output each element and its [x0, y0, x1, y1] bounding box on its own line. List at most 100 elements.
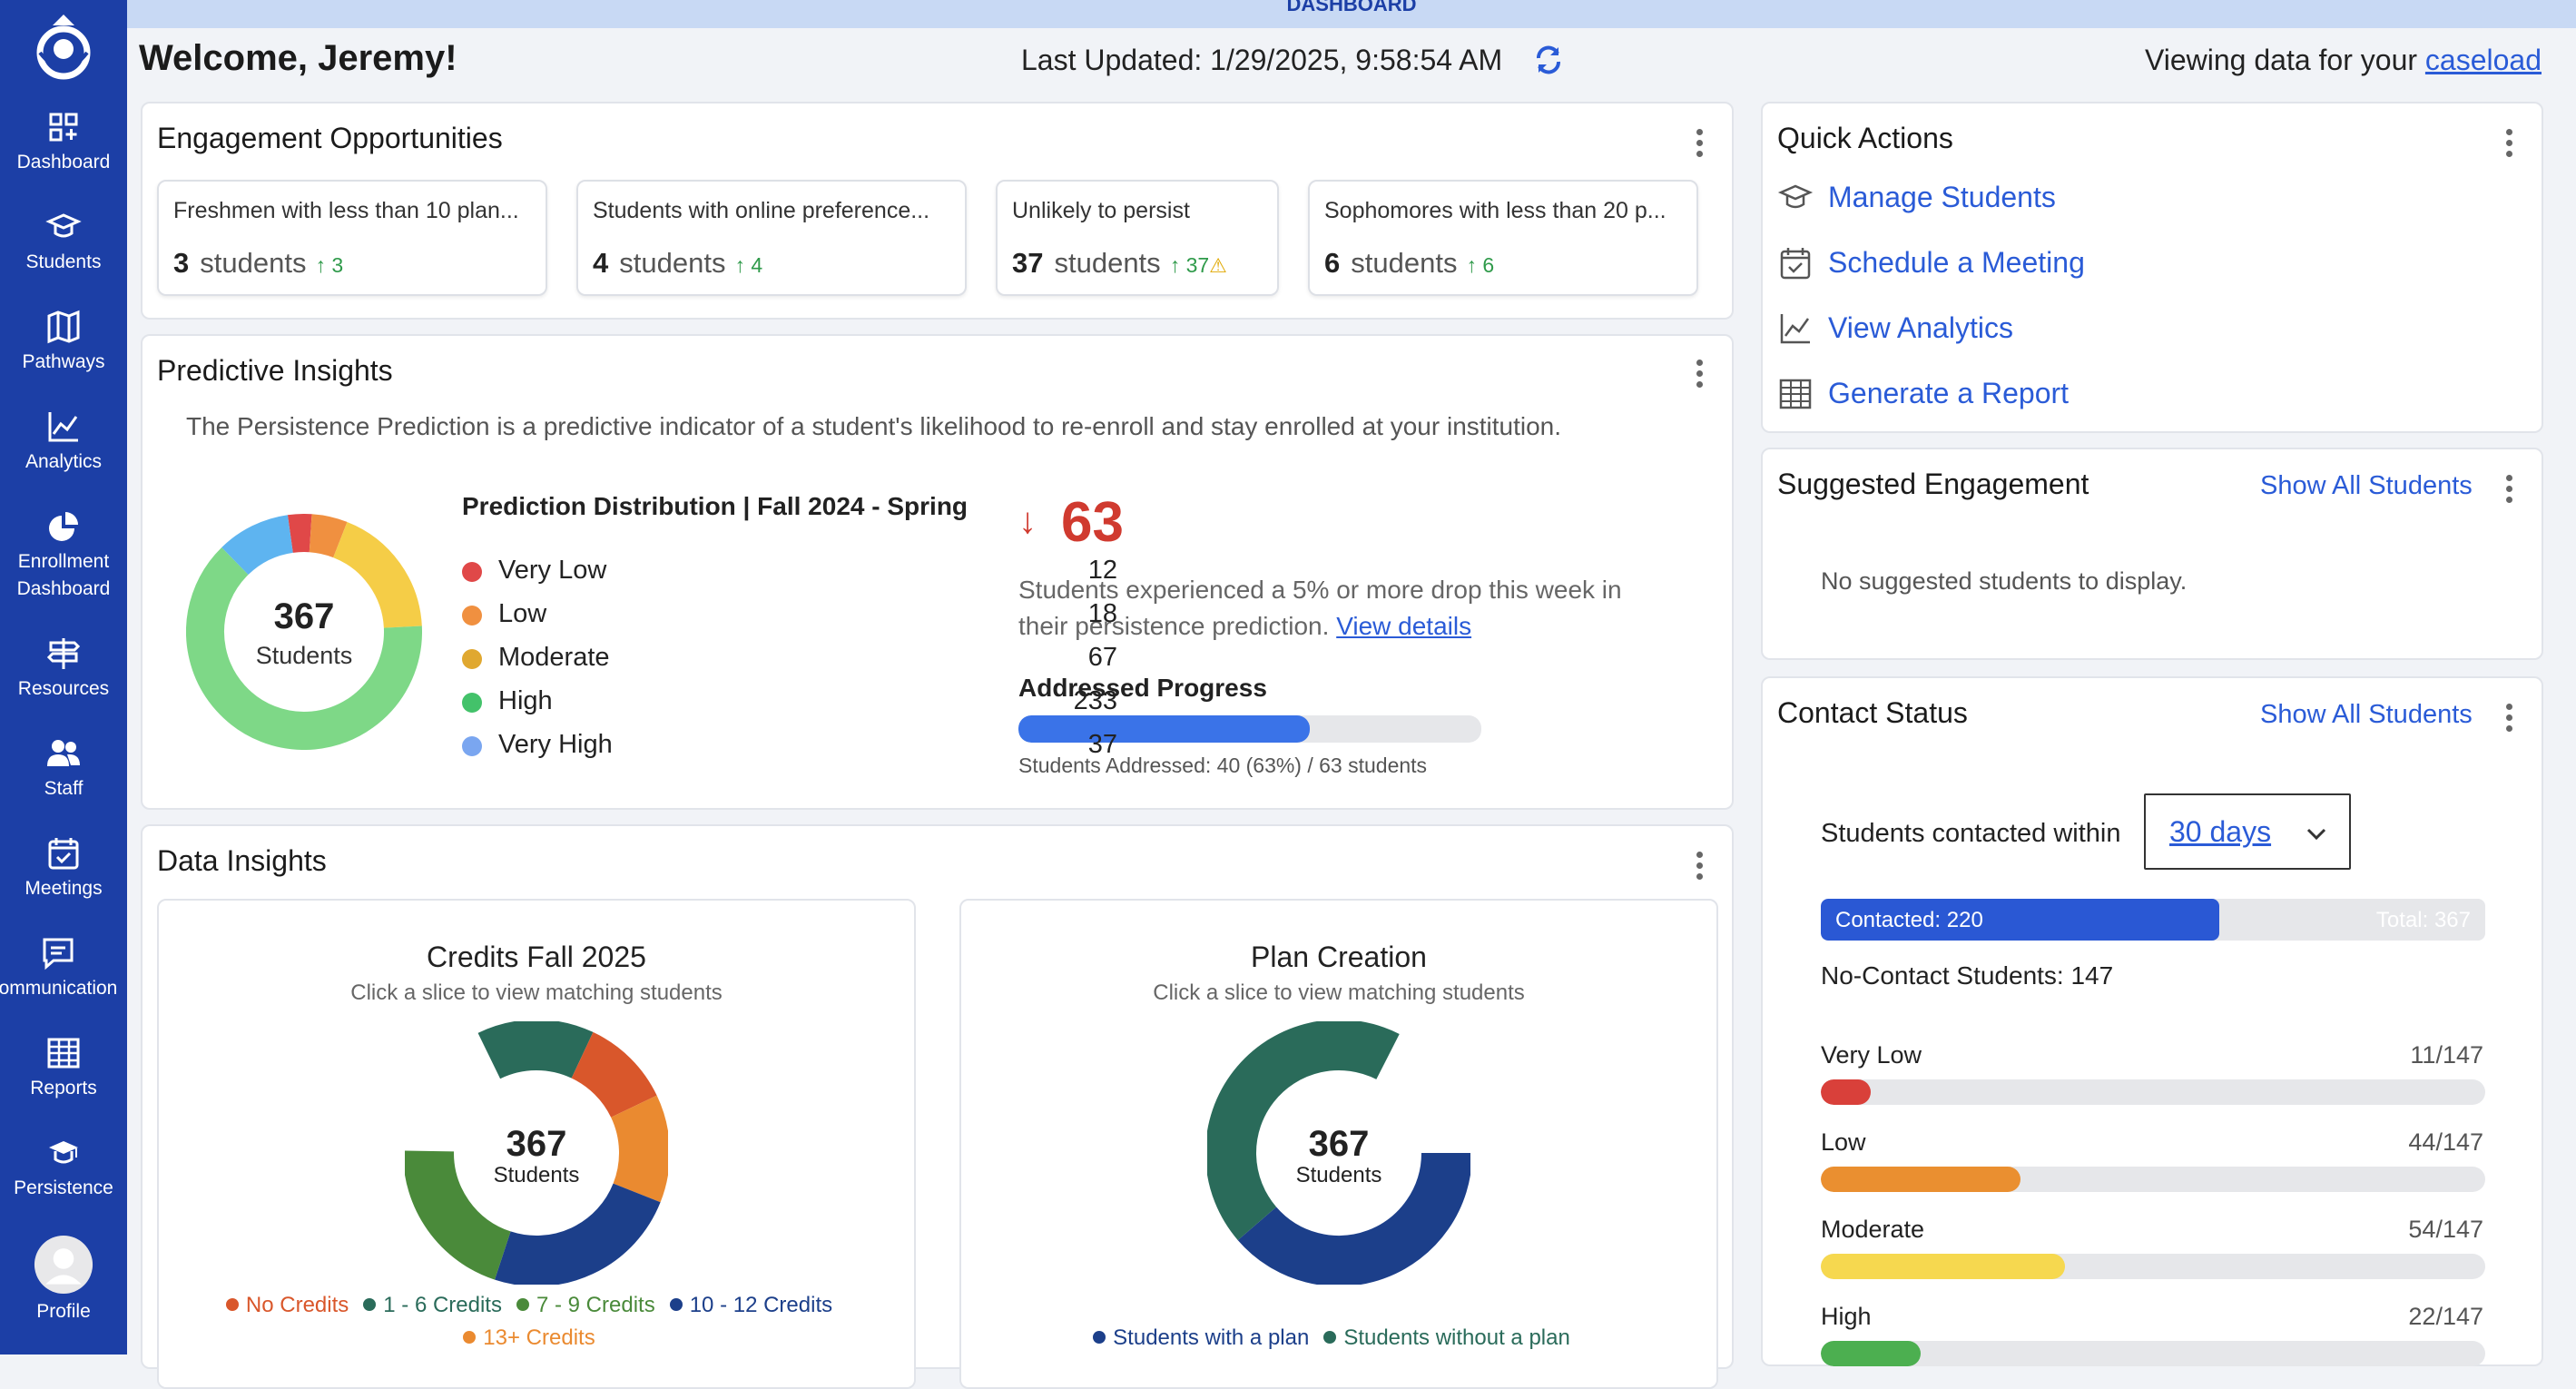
sidebar-item-enrollment-dashboard[interactable]: Enrollment Dashboard	[0, 508, 127, 603]
sidebar-item-dashboard[interactable]: Dashboard	[0, 109, 127, 176]
distribution-title: Prediction Distribution | Fall 2024 - Sp…	[462, 492, 968, 520]
legend-dot	[462, 606, 482, 626]
sidebar-item-label: Resources	[17, 678, 110, 699]
donut-total: 367	[274, 596, 335, 636]
credits-donut-chart[interactable]: 367 Students	[405, 1021, 668, 1285]
donut-slice[interactable]	[477, 1021, 594, 1079]
sidebar-item-label: Pathways	[22, 351, 105, 372]
plan-donut-chart[interactable]: 367 Students	[1207, 1021, 1470, 1285]
sidebar-item-students[interactable]: Students	[0, 209, 127, 276]
donut-slice[interactable]	[610, 1095, 668, 1203]
more-options-icon[interactable]	[2506, 704, 2515, 734]
more-options-icon[interactable]	[2506, 475, 2515, 506]
legend-dot	[462, 736, 482, 756]
chart-legend: 13+ Credits	[159, 1325, 914, 1351]
more-options-icon[interactable]	[1696, 852, 1706, 882]
table-icon	[1779, 379, 1812, 409]
suggested-engagement-card: Suggested Engagement Show All Students N…	[1761, 448, 2543, 660]
engagement-opportunities-card: Engagement Opportunities Freshmen with l…	[141, 102, 1734, 320]
contacted-count-label: Contacted: 220	[1835, 908, 1983, 932]
legend-item[interactable]: 13+ Credits	[463, 1325, 595, 1350]
calendar-check-icon	[48, 838, 79, 870]
engagement-box-count: 37 students ↑ 37⚠	[1012, 247, 1227, 280]
legend-label: 13+ Credits	[483, 1325, 595, 1350]
engagement-box-title: Freshmen with less than 10 plan...	[173, 198, 519, 223]
sidebar-item-label: Meetings	[25, 878, 103, 899]
sidebar-item-analytics[interactable]: Analytics	[0, 409, 127, 476]
caseload-link[interactable]: caseload	[2425, 44, 2542, 76]
engagement-box[interactable]: Unlikely to persist 37 students ↑ 37⚠	[996, 180, 1279, 296]
count-unit: students	[1054, 247, 1161, 279]
risk-level-bar	[1821, 1341, 2485, 1366]
sidebar-item-label: Dashboard	[16, 152, 111, 172]
sidebar-item-communication[interactable]: ommunication	[0, 935, 122, 1002]
risk-level-bar-fill	[1821, 1167, 2020, 1192]
donut-total: 367	[1309, 1124, 1370, 1164]
donut-slice[interactable]	[495, 1182, 661, 1285]
risk-level-count: 22/147	[2408, 1303, 2483, 1330]
dashboard-icon	[49, 113, 78, 142]
sidebar-item-reports[interactable]: Reports	[0, 1035, 127, 1102]
legend-item[interactable]: 7 - 9 Credits	[516, 1293, 655, 1317]
page-title: Welcome, Jeremy!	[139, 38, 457, 78]
donut-slice[interactable]	[221, 515, 294, 576]
chevron-down-icon	[2306, 828, 2326, 841]
view-details-link[interactable]: View details	[1336, 612, 1471, 640]
delta-badge: ↑ 37	[1169, 253, 1210, 277]
sidebar-item-meetings[interactable]: Meetings	[0, 835, 127, 902]
legend-item[interactable]: 10 - 12 Credits	[669, 1293, 832, 1317]
credits-chart-card: Credits Fall 2025 Click a slice to view …	[157, 899, 916, 1389]
line-chart-icon	[1780, 314, 1810, 344]
sidebar-item-profile[interactable]: Profile	[0, 1235, 127, 1325]
more-options-icon[interactable]	[1696, 129, 1706, 160]
risk-level-count: 44/147	[2408, 1128, 2483, 1156]
legend-label: Very Low	[498, 556, 607, 585]
donut-slice[interactable]	[405, 1150, 512, 1280]
viewing-data-text: Viewing data for your caseload	[2145, 44, 2542, 77]
sidebar-item-label: ommunication	[0, 978, 118, 999]
refresh-icon[interactable]	[1532, 44, 1565, 76]
empty-state-text: No suggested students to display.	[1821, 567, 2188, 595]
legend-row: Moderate 67	[462, 641, 1117, 677]
legend-item[interactable]: 1 - 6 Credits	[363, 1293, 502, 1317]
legend-label: Very High	[498, 730, 613, 759]
predictive-description: The Persistence Prediction is a predicti…	[186, 412, 1562, 440]
drop-arrow-icon: ↓	[1018, 501, 1037, 541]
legend-item[interactable]: Students without a plan	[1323, 1325, 1570, 1350]
contacted-within-label: Students contacted within	[1821, 819, 2121, 848]
legend-label: 1 - 6 Credits	[383, 1293, 502, 1317]
sidebar-item-pathways[interactable]: Pathways	[0, 309, 127, 376]
risk-level-label: Low	[1821, 1128, 1866, 1156]
legend-label: High	[498, 686, 553, 715]
show-all-students-link[interactable]: Show All Students	[2260, 700, 2473, 730]
legend-label: Students with a plan	[1113, 1325, 1310, 1350]
contact-period-select[interactable]: 30 days	[2144, 793, 2351, 870]
donut-slice[interactable]	[570, 1031, 657, 1118]
legend-dot	[463, 1331, 477, 1344]
persistence-donut-chart[interactable]: 367 Students	[186, 514, 422, 750]
sidebar-item-staff[interactable]: Staff	[0, 735, 127, 803]
donut-slice[interactable]	[332, 521, 422, 629]
donut-slice[interactable]	[287, 514, 312, 553]
app-logo-icon[interactable]	[18, 11, 109, 84]
engagement-box[interactable]: Students with online preference... 4 stud…	[576, 180, 967, 296]
show-all-students-link[interactable]: Show All Students	[2260, 471, 2473, 501]
legend-dot	[363, 1298, 377, 1311]
people-icon	[47, 740, 80, 766]
legend-item[interactable]: Students with a plan	[1093, 1325, 1309, 1350]
more-options-icon[interactable]	[1696, 360, 1706, 390]
sidebar-item-persistence[interactable]: Persistence	[0, 1135, 127, 1202]
legend-item[interactable]: No Credits	[225, 1293, 349, 1317]
sidebar-item-resources[interactable]: Resources	[0, 635, 127, 703]
count-unit: students	[1351, 247, 1458, 279]
engagement-box[interactable]: Sophomores with less than 20 p... 6 stude…	[1308, 180, 1698, 296]
chart-subtitle: Click a slice to view matching students	[1153, 980, 1525, 1005]
legend-label: 7 - 9 Credits	[536, 1293, 655, 1317]
legend-dot	[462, 649, 482, 669]
card-title: Predictive Insights	[157, 354, 393, 387]
card-title: Contact Status	[1777, 696, 1968, 729]
donut-slice[interactable]	[309, 514, 348, 558]
engagement-box[interactable]: Freshmen with less than 10 plan... 3 stud…	[157, 180, 547, 296]
more-options-icon[interactable]	[2506, 129, 2515, 160]
contact-status-card: Contact Status Show All Students Student…	[1761, 676, 2543, 1366]
